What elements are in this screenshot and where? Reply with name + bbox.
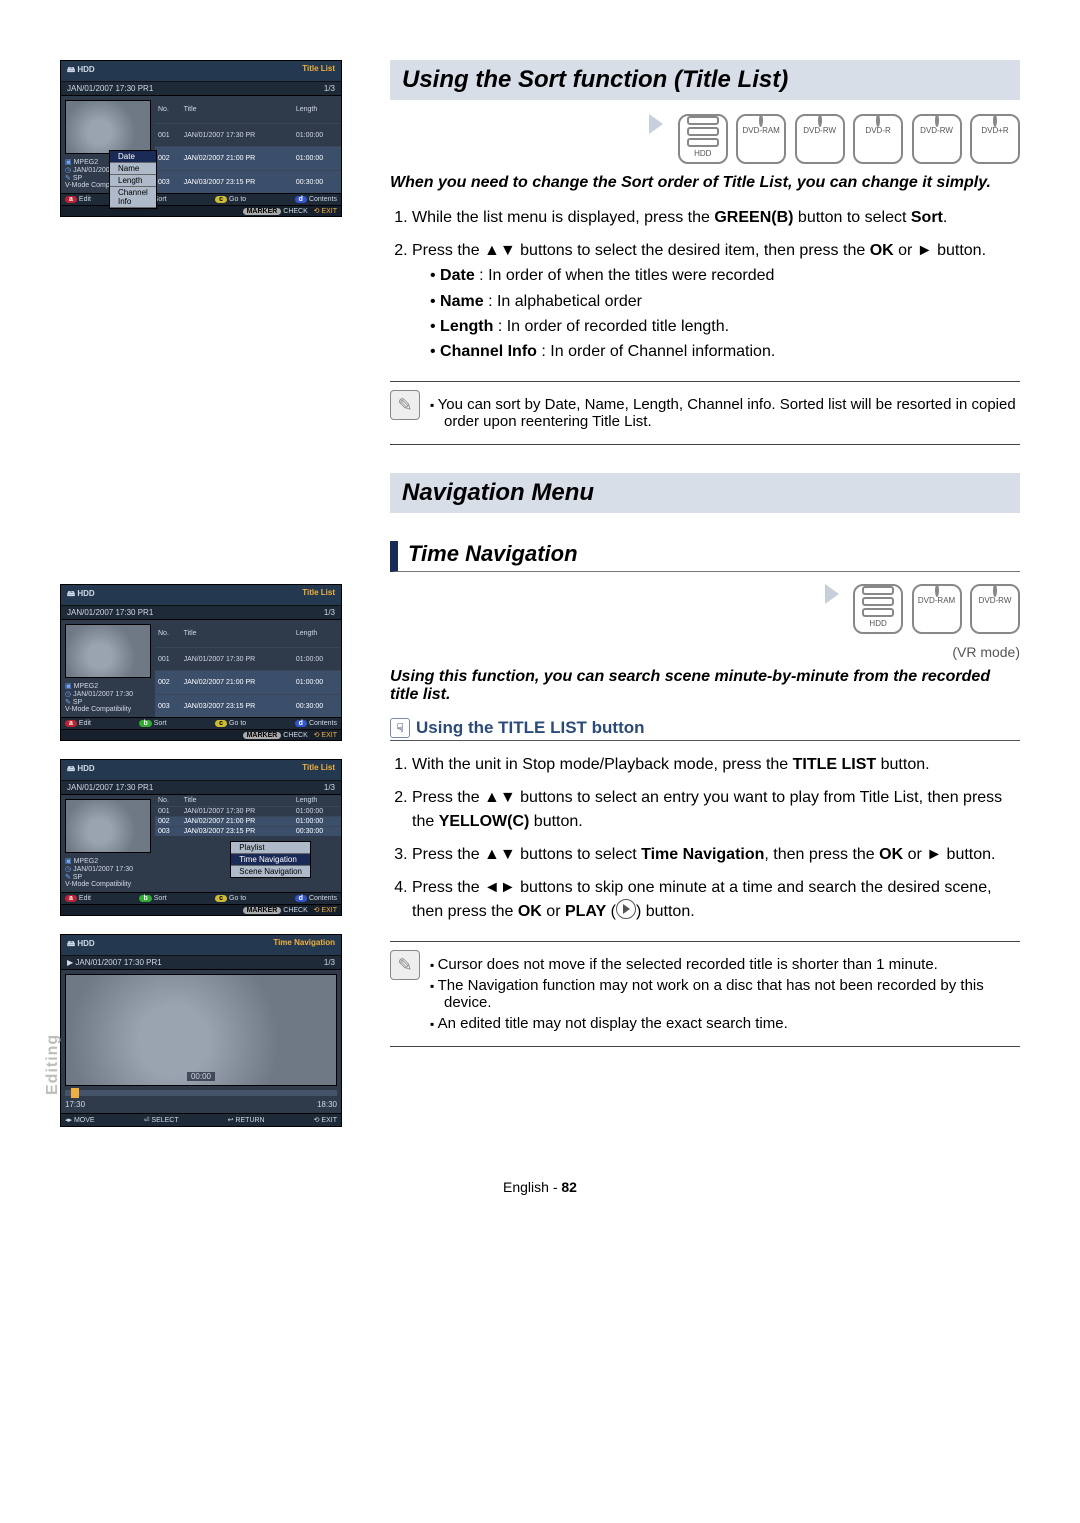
- vr-mode-note: (VR mode): [390, 644, 1020, 660]
- disc-badge: DVD-RAM: [736, 114, 786, 164]
- play-icon: [616, 899, 636, 919]
- disc-compatibility-row: HDD DVD-RAM DVD-RW DVD-R DVD-RW DVD+R: [390, 114, 1020, 164]
- disc-badge: DVD-RW: [795, 114, 845, 164]
- section1-intro: When you need to change the Sort order o…: [390, 174, 1020, 192]
- disc-badge: DVD-RAM: [912, 584, 962, 634]
- note-icon: ✎: [390, 950, 420, 980]
- section-title-sort: Using the Sort function (Title List): [390, 60, 1020, 100]
- section1-steps: While the list menu is displayed, press …: [390, 206, 1020, 363]
- disc-badge: DVD-R: [853, 114, 903, 164]
- triangle-right-icon: [649, 114, 663, 134]
- osd-goto-popup: 🖴 HDDTitle List JAN/01/2007 17:30 PR11/3…: [60, 759, 342, 916]
- section-title-navmenu: Navigation Menu: [390, 473, 1020, 513]
- section1-note: ✎ You can sort by Date, Name, Length, Ch…: [390, 381, 1020, 445]
- disc-badge: DVD+R: [970, 114, 1020, 164]
- disc-badge: DVD-RW: [970, 584, 1020, 634]
- subheading-time-navigation: Time Navigation: [390, 541, 1020, 572]
- section-side-tab: Editing: [44, 1034, 62, 1095]
- triangle-right-icon: [825, 584, 839, 604]
- hand-icon: ☟: [390, 718, 410, 738]
- page-footer: English - 82: [60, 1179, 1020, 1195]
- disc-badge-hdd: HDD: [678, 114, 728, 164]
- osd-sort-popup: 🖴 HDDTitle List JAN/01/2007 17:30 PR11/3…: [60, 60, 342, 217]
- disc-badge: DVD-RW: [912, 114, 962, 164]
- note-icon: ✎: [390, 390, 420, 420]
- using-title-list-heading: ☟ Using the TITLE LIST button: [390, 718, 1020, 741]
- disc-compatibility-row-2: HDD DVD-RAM DVD-RW: [390, 584, 1020, 634]
- section2-steps: With the unit in Stop mode/Playback mode…: [390, 753, 1020, 923]
- section2-intro: Using this function, you can search scen…: [390, 668, 1020, 704]
- section2-note: ✎ Cursor does not move if the selected r…: [390, 941, 1020, 1047]
- disc-badge-hdd: HDD: [853, 584, 903, 634]
- osd-title-list: 🖴 HDDTitle List JAN/01/2007 17:30 PR11/3…: [60, 584, 342, 741]
- osd-time-navigation: 🖴 HDDTime Navigation ▶ JAN/01/2007 17:30…: [60, 934, 342, 1127]
